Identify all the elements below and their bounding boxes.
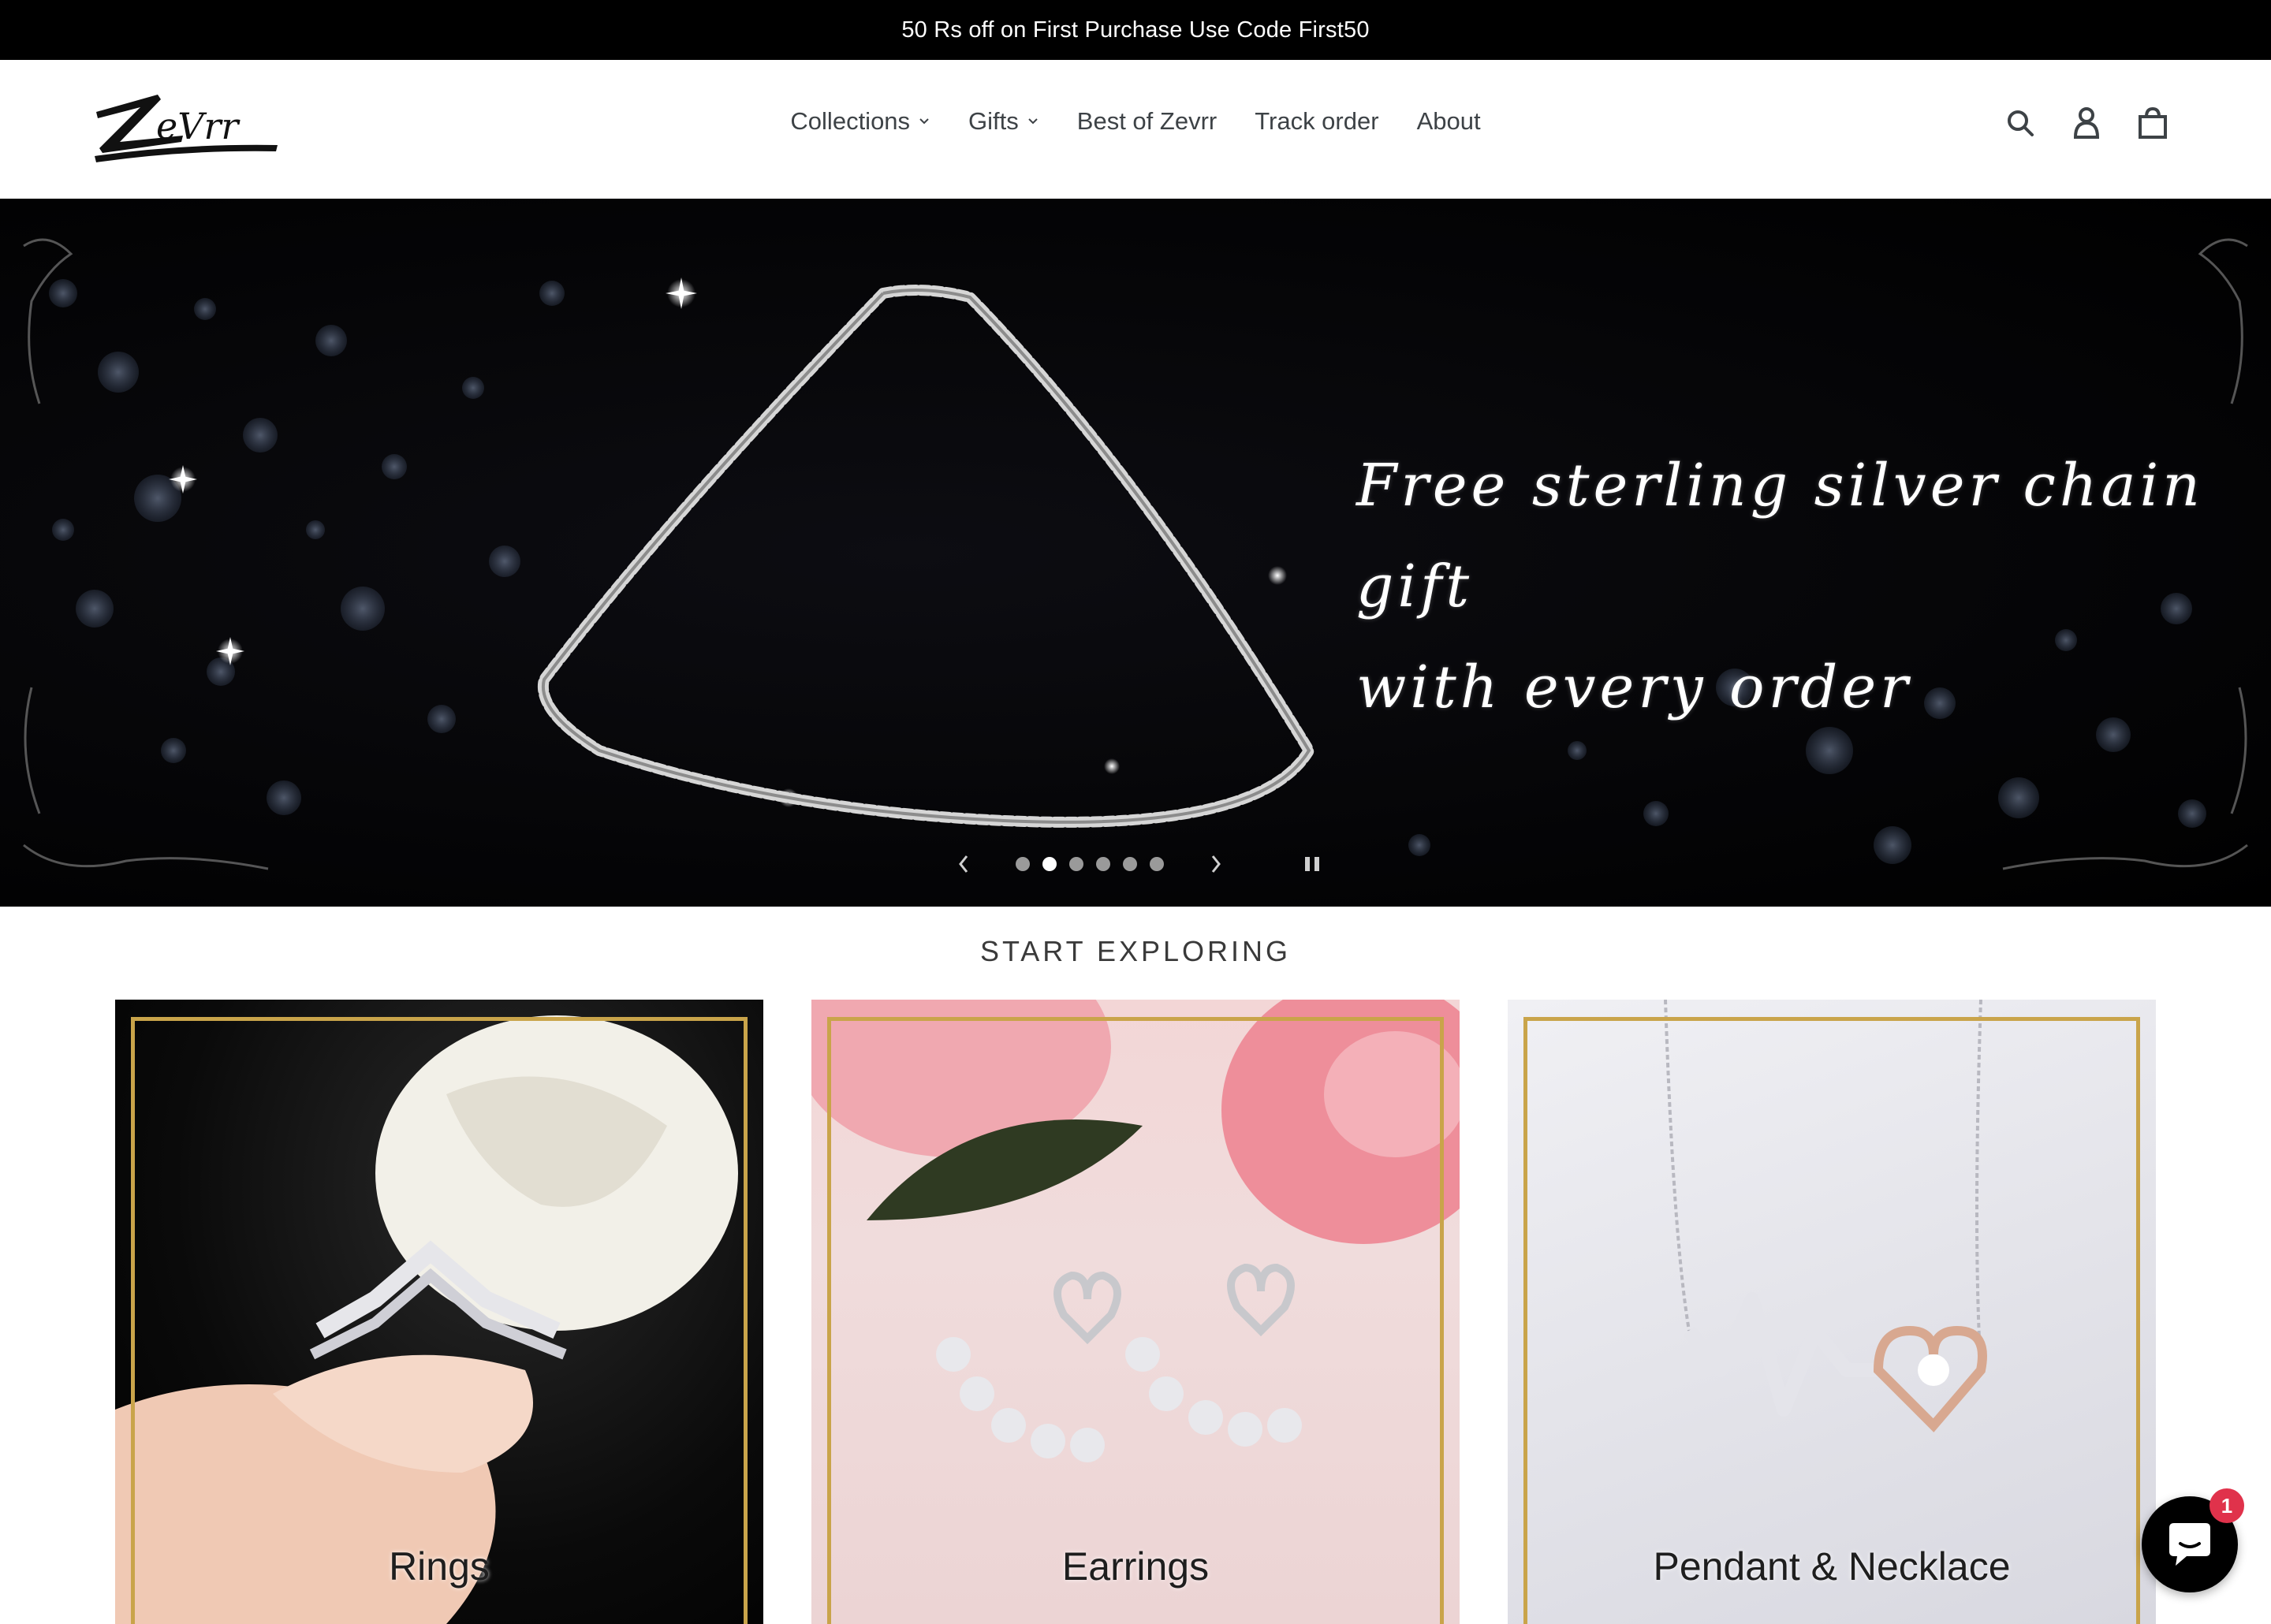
- chat-icon: [2169, 1523, 2210, 1566]
- collection-card-rings[interactable]: Rings: [115, 1000, 763, 1624]
- nav-track-order[interactable]: Track order: [1255, 107, 1378, 136]
- main-nav: Collections Gifts Best of Zevrr Track or…: [0, 107, 2271, 136]
- slide-dot-active[interactable]: [1042, 857, 1057, 871]
- site-header: eVrr Collections Gifts Best of Zevrr Tra…: [0, 60, 2271, 199]
- nav-label: Collections: [790, 107, 911, 135]
- card-label: Pendant & Necklace: [1653, 1544, 2011, 1589]
- collection-card-pendant-necklace[interactable]: Pendant & Necklace: [1508, 1000, 2156, 1624]
- section-title: START EXPLORING: [979, 935, 1292, 967]
- chevron-down-icon: [1028, 118, 1038, 125]
- nav-collections[interactable]: Collections: [790, 107, 930, 136]
- cart-icon[interactable]: [2135, 106, 2170, 140]
- nav-label: Best of Zevrr: [1076, 107, 1218, 135]
- card-label: Earrings: [1061, 1544, 1210, 1589]
- announcement-text: 50 Rs off on First Purchase Use Code Fir…: [901, 17, 1370, 43]
- slide-dot[interactable]: [1096, 857, 1110, 871]
- announcement-bar: 50 Rs off on First Purchase Use Code Fir…: [0, 0, 2271, 60]
- search-icon[interactable]: [2003, 106, 2038, 140]
- slide-dot[interactable]: [1150, 857, 1164, 871]
- next-slide-icon[interactable]: [1199, 847, 1233, 881]
- nav-best-of-zevrr[interactable]: Best of Zevrr: [1077, 107, 1217, 136]
- nav-label: Gifts: [968, 107, 1019, 135]
- account-icon[interactable]: [2069, 106, 2104, 140]
- slide-dots: [1016, 857, 1164, 871]
- chevron-down-icon: [919, 118, 929, 125]
- nav-about[interactable]: About: [1417, 107, 1481, 136]
- header-icons: [2003, 106, 2170, 140]
- rings-image: [115, 1015, 738, 1624]
- card-label: Rings: [389, 1544, 490, 1589]
- nav-label: Track order: [1255, 107, 1379, 135]
- slide-dot[interactable]: [1123, 857, 1137, 871]
- nav-label: About: [1416, 107, 1481, 135]
- earrings-image: [811, 1000, 1460, 1462]
- hero-caption: Free sterling silver chain gift with eve…: [1356, 435, 2239, 738]
- hero-slideshow[interactable]: Free sterling silver chain gift with eve…: [0, 199, 2271, 907]
- hero-line-2: with every order: [1356, 654, 1912, 721]
- nav-gifts[interactable]: Gifts: [968, 107, 1039, 136]
- pause-icon[interactable]: [1295, 848, 1329, 880]
- slide-dot[interactable]: [1069, 857, 1083, 871]
- slider-controls: [946, 847, 1233, 881]
- chat-badge: 1: [2209, 1488, 2244, 1523]
- necklace-image: [1664, 1000, 1987, 1432]
- hero-line-1: Free sterling silver chain gift: [1356, 452, 2204, 620]
- slide-dot[interactable]: [1016, 857, 1030, 871]
- prev-slide-icon[interactable]: [946, 847, 981, 881]
- collection-card-earrings[interactable]: Earrings: [811, 1000, 1460, 1624]
